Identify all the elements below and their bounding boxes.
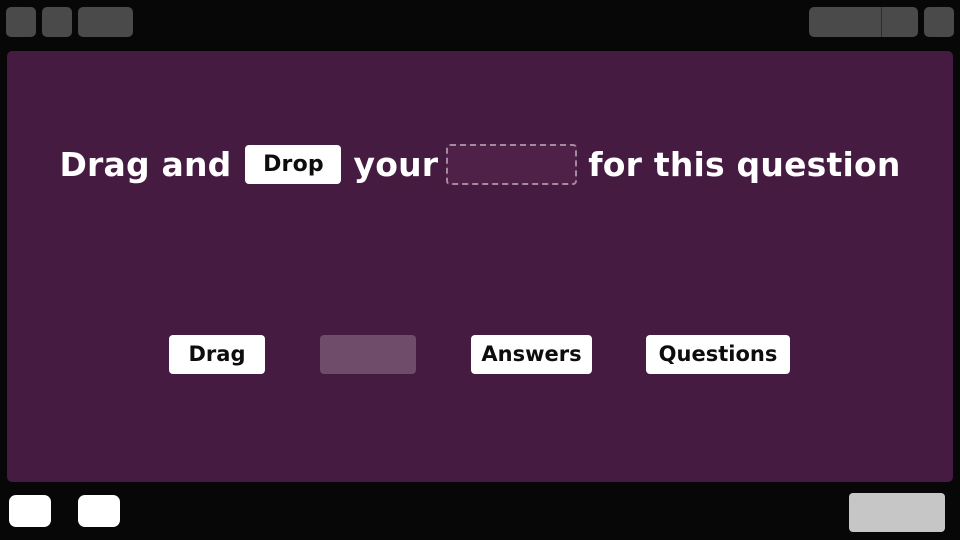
- toolbar-button-3[interactable]: [78, 7, 133, 37]
- nav-button-right[interactable]: [78, 495, 120, 527]
- app-frame: Drag and Drop your for this question Dra…: [0, 0, 960, 540]
- toolbar-group-button-1[interactable]: [809, 7, 881, 37]
- sentence-text-2: your: [353, 144, 439, 184]
- answer-chip-questions[interactable]: Questions: [646, 335, 790, 374]
- answer-slot-used: [320, 335, 416, 374]
- question-sentence: Drag and Drop your for this question: [0, 142, 960, 186]
- sentence-text-1: Drag and: [59, 144, 232, 184]
- question-stage: [7, 51, 953, 482]
- sentence-text-3: for this question: [588, 144, 901, 184]
- nav-button-left[interactable]: [9, 495, 51, 527]
- toolbar-button-right[interactable]: [924, 7, 954, 37]
- toolbar-button-group: [809, 7, 918, 37]
- toolbar-button-2[interactable]: [42, 7, 72, 37]
- toolbar-group-button-2[interactable]: [882, 7, 918, 37]
- toolbar-button-1[interactable]: [6, 7, 36, 37]
- submit-button[interactable]: [849, 493, 945, 532]
- answer-chip-drag[interactable]: Drag: [169, 335, 265, 374]
- answer-chip-answers[interactable]: Answers: [471, 335, 592, 374]
- placed-answer-chip[interactable]: Drop: [245, 144, 342, 184]
- answer-drop-zone[interactable]: [446, 143, 578, 185]
